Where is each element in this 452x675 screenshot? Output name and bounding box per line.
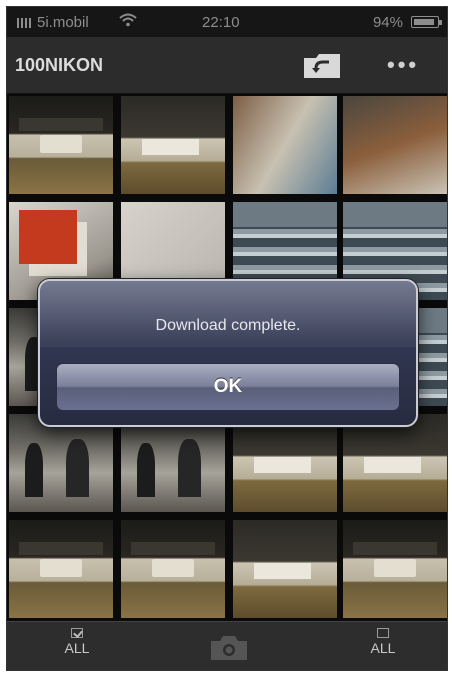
photo-thumbnail[interactable] xyxy=(121,520,225,618)
status-bar: 5i.mobil 22:10 94% xyxy=(7,7,447,37)
ok-button[interactable]: OK xyxy=(56,363,400,411)
carrier-name: 5i.mobil xyxy=(37,14,89,31)
select-all-label: ALL xyxy=(64,640,90,656)
camera-icon[interactable] xyxy=(207,632,251,664)
more-icon[interactable]: ••• xyxy=(387,54,435,76)
photo-thumbnail[interactable] xyxy=(121,414,225,512)
photo-thumbnail[interactable] xyxy=(121,96,225,194)
photo-thumbnail[interactable] xyxy=(233,414,337,512)
photo-thumbnail[interactable] xyxy=(9,520,113,618)
photo-thumbnail[interactable] xyxy=(233,520,337,618)
dialog-message: Download complete. xyxy=(155,317,301,334)
photo-thumbnail[interactable] xyxy=(233,96,337,194)
status-time: 22:10 xyxy=(202,14,240,31)
deselect-all-label: ALL xyxy=(370,640,396,656)
photo-thumbnail[interactable] xyxy=(343,520,447,618)
deselect-all-button[interactable]: ALL xyxy=(353,628,413,666)
checkbox-checked-icon xyxy=(71,628,83,638)
battery-icon xyxy=(411,16,442,28)
checkbox-empty-icon xyxy=(377,628,389,638)
select-all-button[interactable]: ALL xyxy=(47,628,107,666)
photo-thumbnail[interactable] xyxy=(9,414,113,512)
phone-screen: 5i.mobil 22:10 94% 100NIKON ••• ALL ALL … xyxy=(6,6,448,671)
photo-thumbnail[interactable] xyxy=(9,96,113,194)
wifi-icon xyxy=(119,13,137,27)
photo-thumbnail[interactable] xyxy=(343,414,447,512)
album-title: 100NIKON xyxy=(15,55,104,75)
download-complete-dialog: Download complete. OK xyxy=(38,279,418,427)
signal-icon xyxy=(17,18,33,29)
nav-bar: 100NIKON ••• xyxy=(7,37,447,94)
battery-percent: 94% xyxy=(372,14,403,31)
folder-back-icon[interactable] xyxy=(303,53,341,79)
carrier: 5i.mobil xyxy=(17,14,89,31)
photo-thumbnail[interactable] xyxy=(343,96,447,194)
bottom-toolbar: ALL ALL xyxy=(7,621,447,670)
